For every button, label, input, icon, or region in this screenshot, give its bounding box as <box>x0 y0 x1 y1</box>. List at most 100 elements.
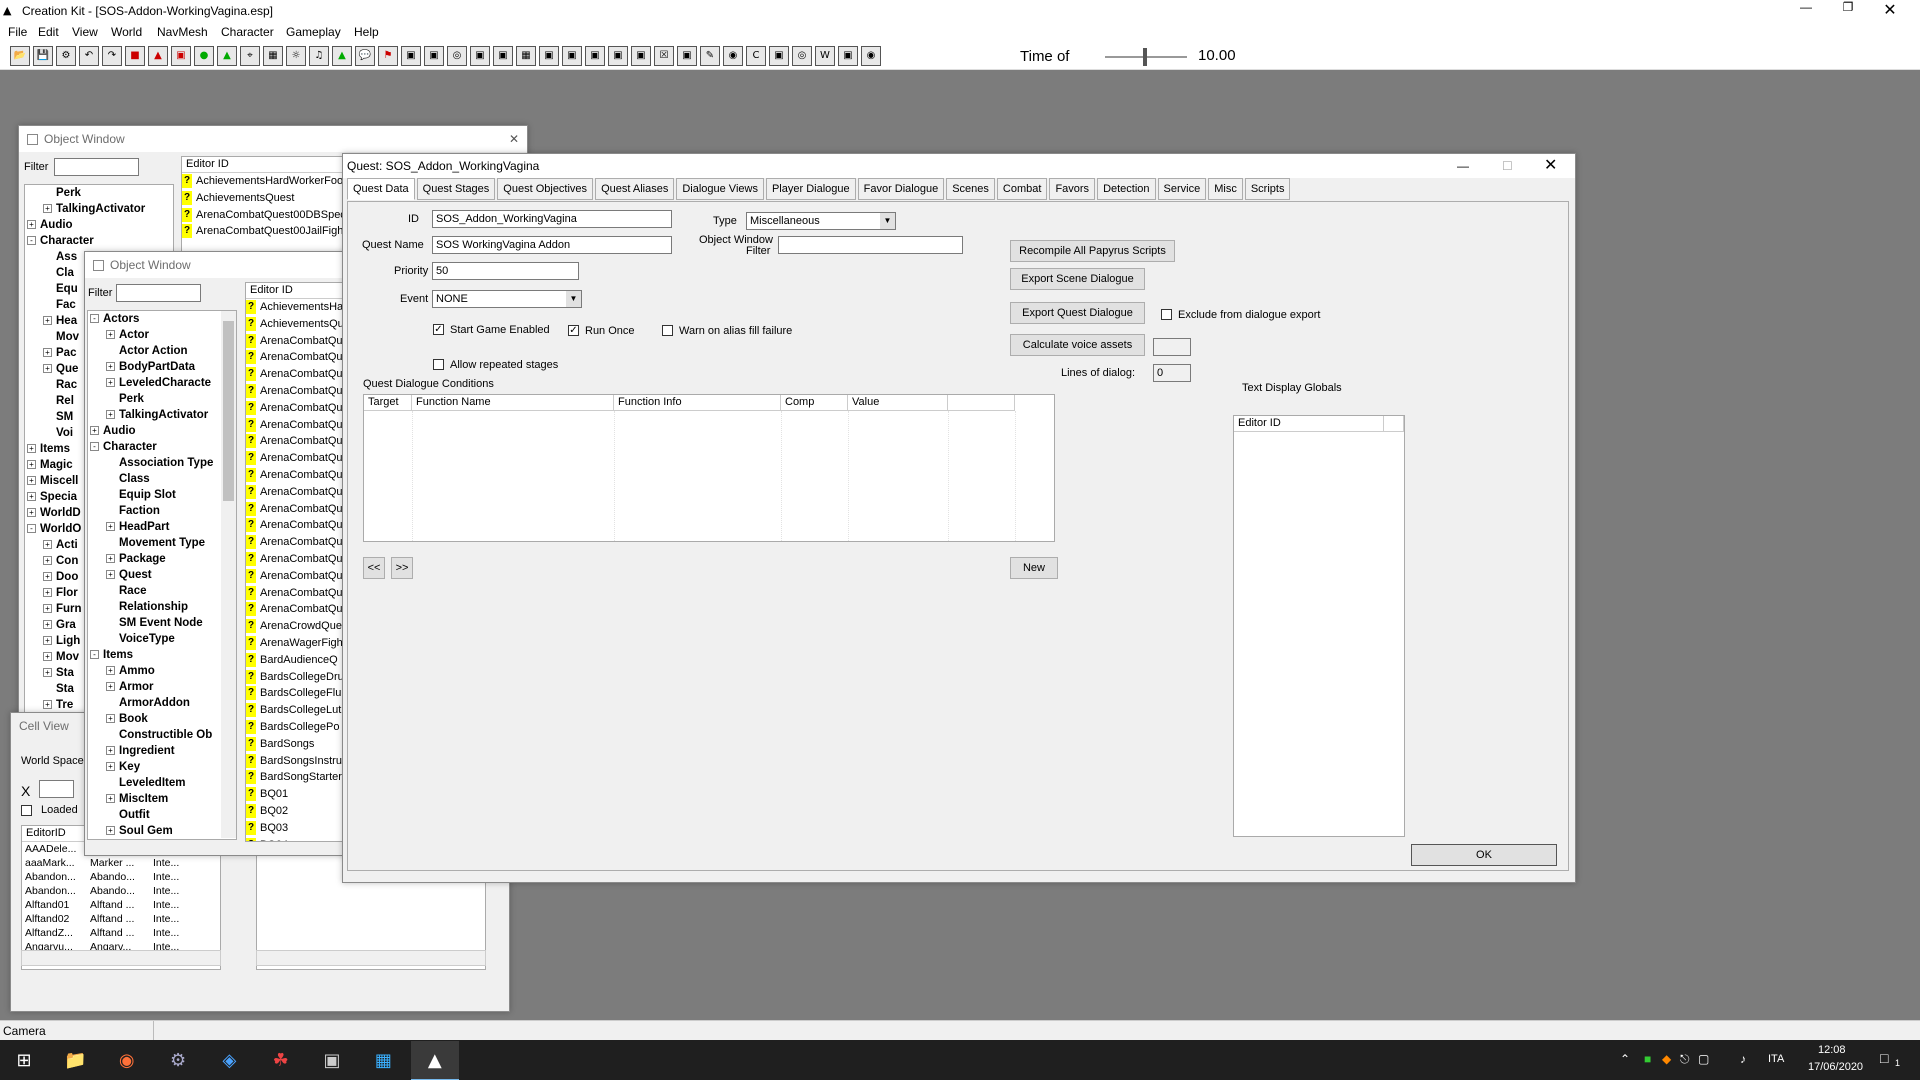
tab-favor-dialogue[interactable]: Favor Dialogue <box>857 178 945 200</box>
column-header-function-name[interactable]: Function Name <box>412 395 614 411</box>
cube4-icon[interactable]: ▣ <box>470 46 490 66</box>
menu-file[interactable]: File <box>8 25 27 39</box>
cube13-icon[interactable]: ▣ <box>677 46 697 66</box>
snap-icon[interactable]: ⌖ <box>240 46 260 66</box>
object-window-filter-input[interactable] <box>778 236 963 254</box>
expand-icon[interactable]: + <box>27 508 36 518</box>
tray-shield-icon[interactable]: ⎋ <box>1680 1052 1690 1067</box>
landscape-icon[interactable]: ● <box>194 46 214 66</box>
tree-item[interactable]: - Items <box>88 647 236 663</box>
tab-dialogue-views[interactable]: Dialogue Views <box>676 178 764 200</box>
table-row[interactable]: Abandon... Abando... Inte... <box>22 884 220 898</box>
clock-time[interactable]: 12:08 <box>1818 1044 1846 1056</box>
tree-item[interactable]: Constructible Ob <box>88 727 236 743</box>
id-input[interactable]: SOS_Addon_WorkingVagina <box>432 210 672 228</box>
tree-item[interactable]: Perk <box>88 391 236 407</box>
close-button[interactable]: ✕ <box>1880 0 1900 20</box>
tree-item[interactable]: + Package <box>88 551 236 567</box>
event-select[interactable]: NONE ▼ <box>432 290 582 308</box>
expand-icon[interactable]: + <box>106 378 115 388</box>
expand-icon[interactable]: + <box>106 746 115 756</box>
tab-service[interactable]: Service <box>1157 178 1207 200</box>
expand-icon[interactable]: + <box>106 682 115 692</box>
editor-id-list[interactable]: Editor ID ? AchievementsHa? AchievementsQu… <box>245 282 355 842</box>
table-row[interactable]: Alftand01 Alftand ... Inte... <box>22 898 220 912</box>
open-icon[interactable]: 📂 <box>10 46 30 66</box>
expand-icon[interactable]: + <box>43 636 52 646</box>
tree-item[interactable]: Equip Slot <box>88 487 236 503</box>
tree-item[interactable]: + Audio <box>25 217 173 233</box>
list-item[interactable]: ? ArenaCombatQu <box>246 349 354 366</box>
preferences-icon[interactable]: ⚙ <box>56 46 76 66</box>
list-item[interactable]: ? ArenaWagerFigh <box>246 635 354 652</box>
tree-item[interactable]: + LeveledCharacte <box>88 375 236 391</box>
tree-item[interactable]: Race <box>88 583 236 599</box>
collapse-icon[interactable]: - <box>27 236 36 246</box>
list-item[interactable]: ? BardAudienceQ <box>246 652 354 669</box>
list-item[interactable]: ? ArenaCombatQu <box>246 383 354 400</box>
list-item[interactable]: ? AchievementsQuest <box>182 190 360 207</box>
windows-start-icon[interactable]: ⊞ <box>0 1040 48 1080</box>
list-item[interactable]: ? ArenaCombatQu <box>246 551 354 568</box>
markers-icon[interactable]: ⚑ <box>378 46 398 66</box>
column-header-extra[interactable] <box>1384 416 1404 432</box>
cube10-icon[interactable]: ▣ <box>608 46 628 66</box>
exclude-dialogue-export-checkbox[interactable]: Exclude from dialogue export <box>1161 307 1320 321</box>
w-icon[interactable]: W <box>815 46 835 66</box>
tree-item[interactable]: VoiceType <box>88 631 236 647</box>
list-item[interactable]: ? ArenaCombatQu <box>246 450 354 467</box>
tree-item[interactable]: LeveledItem <box>88 775 236 791</box>
tree-item[interactable]: Class <box>88 471 236 487</box>
figure-icon[interactable]: ✎ <box>700 46 720 66</box>
tree-item[interactable]: - Actors <box>88 311 236 327</box>
list-item[interactable]: ? ArenaCombatQu <box>246 534 354 551</box>
language-indicator[interactable]: ITA <box>1768 1053 1784 1065</box>
recompile-scripts-button[interactable]: Recompile All Papyrus Scripts <box>1010 240 1175 262</box>
allow-repeated-checkbox[interactable]: Allow repeated stages <box>433 357 558 371</box>
expand-icon[interactable]: + <box>106 362 115 372</box>
maximize-button[interactable]: ☐ <box>1502 154 1513 178</box>
expand-icon[interactable]: + <box>43 604 52 614</box>
new-condition-button[interactable]: New <box>1010 557 1058 579</box>
grid-icon[interactable]: ▦ <box>263 46 283 66</box>
expand-icon[interactable]: + <box>27 476 36 486</box>
collapse-icon[interactable]: - <box>90 314 99 324</box>
minimize-button[interactable]: — <box>1457 154 1469 178</box>
cube8-icon[interactable]: ▣ <box>562 46 582 66</box>
cube7-icon[interactable]: ▣ <box>539 46 559 66</box>
list-item[interactable]: ? BardSongs <box>246 736 354 753</box>
tab-quest-stages[interactable]: Quest Stages <box>416 178 496 200</box>
list-item[interactable]: ? BardsCollegeFlu <box>246 685 354 702</box>
expand-icon[interactable]: + <box>27 220 36 230</box>
steam-icon[interactable]: ⚙ <box>154 1040 202 1080</box>
expand-icon[interactable]: + <box>106 762 115 772</box>
list-item[interactable]: ? BQ03 <box>246 820 354 837</box>
close-button[interactable]: ✕ <box>1544 154 1557 178</box>
cube9-icon[interactable]: ▣ <box>585 46 605 66</box>
tree-item[interactable]: Association Type <box>88 455 236 471</box>
cube12-icon[interactable]: ☒ <box>654 46 674 66</box>
next-button[interactable]: >> <box>391 557 413 579</box>
chevron-down-icon[interactable]: ▼ <box>880 213 895 229</box>
cube3-icon[interactable]: ◎ <box>447 46 467 66</box>
tree-item[interactable]: Faction <box>88 503 236 519</box>
list-item[interactable]: ? ArenaCombatQu <box>246 366 354 383</box>
table-row[interactable]: aaaMark... Marker ... Inte... <box>22 856 220 870</box>
expand-icon[interactable]: + <box>43 556 52 566</box>
tab-favors[interactable]: Favors <box>1049 178 1096 200</box>
tree-item[interactable]: + Audio <box>88 423 236 439</box>
column-header-editor-id[interactable]: Editor ID <box>246 283 354 299</box>
table-row[interactable]: AlftandZ... Alftand ... Inte... <box>22 926 220 940</box>
column-header-editor-id[interactable]: Editor ID <box>182 157 360 173</box>
collapse-icon[interactable]: - <box>90 442 99 452</box>
tree-icon[interactable]: ▲ <box>332 46 352 66</box>
menu-view[interactable]: View <box>72 25 98 39</box>
expand-icon[interactable]: + <box>43 668 52 678</box>
filter-input[interactable] <box>116 284 201 302</box>
warn-alias-checkbox[interactable]: Warn on alias fill failure <box>662 323 792 337</box>
tray-chevron-icon[interactable]: ⌃ <box>1620 1052 1630 1066</box>
chevron-down-icon[interactable]: ▼ <box>566 291 581 307</box>
expand-icon[interactable]: + <box>106 794 115 804</box>
list-item[interactable]: ? BardsCollegeDru <box>246 669 354 686</box>
list-item[interactable]: ? ArenaCombatQu <box>246 467 354 484</box>
